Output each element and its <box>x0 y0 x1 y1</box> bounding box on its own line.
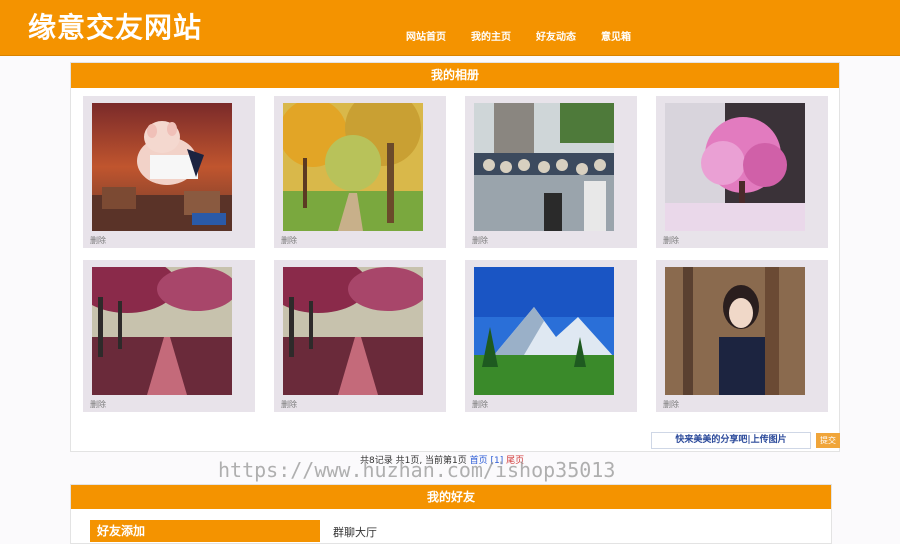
photo-album-panel: 我的相册 删除 删除 删除 删除 删除 删除 删除 删除 快来美美的分享吧|上传… <box>70 62 840 452</box>
site-logo[interactable]: 缘意交友网站 <box>28 6 202 46</box>
upload-share-button[interactable]: 快来美美的分享吧|上传图片 <box>651 432 811 449</box>
photo-tile: 删除 <box>465 260 637 412</box>
delete-link[interactable]: 删除 <box>472 399 488 410</box>
main-nav: 网站首页 我的主页 好友动态 意见箱 <box>406 28 656 43</box>
site-header: 缘意交友网站 网站首页 我的主页 好友动态 意见箱 <box>0 0 900 56</box>
photo-pink-tree[interactable] <box>665 103 805 231</box>
photo-tile: 删除 <box>465 96 637 248</box>
delete-link[interactable]: 删除 <box>90 235 106 246</box>
photo-mountains[interactable] <box>474 267 614 395</box>
photo-autumn-trees[interactable] <box>283 103 423 231</box>
photo-tile: 删除 <box>656 96 828 248</box>
photo-tile: 删除 <box>274 260 446 412</box>
chat-hall-link[interactable]: 群聊大厅 <box>333 524 377 540</box>
delete-link[interactable]: 删除 <box>663 235 679 246</box>
friends-panel: 我的好友 好友添加 群聊大厅 <box>70 484 832 544</box>
photo-red-path[interactable] <box>92 267 232 395</box>
photo-girl-portrait[interactable] <box>665 267 805 395</box>
friends-title: 我的好友 <box>71 485 831 509</box>
photo-tile: 删除 <box>83 260 255 412</box>
nav-friend-news[interactable]: 好友动态 <box>536 28 576 43</box>
delete-link[interactable]: 删除 <box>472 235 488 246</box>
delete-link[interactable]: 删除 <box>281 235 297 246</box>
submit-button[interactable]: 提交 <box>816 433 840 448</box>
photo-tile: 删除 <box>83 96 255 248</box>
photo-tile: 删除 <box>656 260 828 412</box>
photo-red-path[interactable] <box>283 267 423 395</box>
delete-link[interactable]: 删除 <box>90 399 106 410</box>
delete-link[interactable]: 删除 <box>281 399 297 410</box>
delete-link[interactable]: 删除 <box>663 399 679 410</box>
add-friend-button[interactable]: 好友添加 <box>90 520 320 542</box>
album-title: 我的相册 <box>71 63 839 88</box>
photo-tile: 删除 <box>274 96 446 248</box>
watermark: https://www.huzhan.com/ishop35013 <box>218 458 616 482</box>
photo-crowd[interactable] <box>474 103 614 231</box>
nav-my-page[interactable]: 我的主页 <box>471 28 511 43</box>
nav-home[interactable]: 网站首页 <box>406 28 446 43</box>
photo-pig[interactable] <box>92 103 232 231</box>
nav-feedback[interactable]: 意见箱 <box>601 28 631 43</box>
